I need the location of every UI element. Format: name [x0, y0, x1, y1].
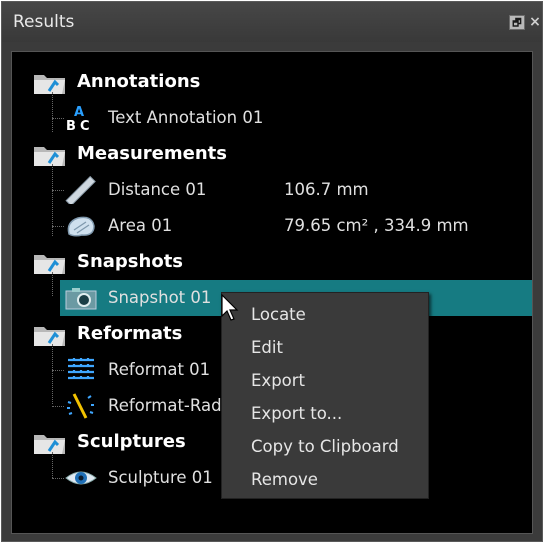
float-panel-button[interactable]: 🗗	[509, 15, 525, 30]
radial-reformat-icon	[67, 393, 94, 419]
svg-text:B: B	[66, 119, 76, 132]
panel-title: Results	[13, 12, 75, 32]
group-label: Annotations	[77, 71, 201, 92]
item-value: 79.65 cm² , 334.9 mm	[284, 216, 469, 235]
item-label: Reformat 01	[108, 360, 211, 379]
svg-text:C: C	[80, 119, 90, 132]
item-label: Text Annotation 01	[108, 108, 264, 127]
menu-item-locate[interactable]: Locate	[222, 298, 428, 331]
item-label: Reformat-Rad	[108, 396, 222, 415]
menu-item-copy-to-clipboard[interactable]: Copy to Clipboard	[222, 430, 428, 463]
text-annotation-icon: A B C	[66, 105, 90, 132]
item-label: Sculpture 01	[108, 468, 213, 487]
menu-item-export-to[interactable]: Export to...	[222, 397, 428, 430]
tree-item-distance[interactable]: Distance 01 106.7 mm	[12, 172, 532, 208]
eye-icon	[65, 471, 97, 485]
reformat-icon	[68, 358, 94, 382]
area-icon	[67, 216, 95, 237]
item-value: 106.7 mm	[284, 180, 369, 199]
group-label: Sculptures	[77, 431, 186, 452]
item-label: Snapshot 01	[108, 288, 212, 307]
folder-icon	[34, 327, 65, 346]
folder-icon	[34, 255, 65, 274]
folder-icon	[34, 435, 65, 454]
group-label: Reformats	[77, 323, 183, 344]
menu-item-remove[interactable]: Remove	[222, 463, 428, 496]
tree-group-snapshots[interactable]: Snapshots	[12, 244, 532, 280]
tree-group-annotations[interactable]: Annotations	[12, 64, 532, 100]
close-panel-button[interactable]: ×	[527, 15, 543, 30]
tree-group-measurements[interactable]: Measurements	[12, 136, 532, 172]
svg-text:A: A	[74, 105, 84, 120]
menu-item-edit[interactable]: Edit	[222, 331, 428, 364]
menu-item-export[interactable]: Export	[222, 364, 428, 397]
ruler-icon	[65, 176, 96, 204]
folder-icon	[34, 75, 65, 94]
folder-icon	[34, 147, 65, 166]
camera-icon	[65, 288, 97, 310]
tree-item-area[interactable]: Area 01 79.65 cm² , 334.9 mm	[12, 208, 532, 244]
context-menu: Locate Edit Export Export to... Copy to …	[221, 292, 429, 499]
tree-item-text-annotation[interactable]: A B C Text Annotation 01	[12, 100, 532, 136]
item-label: Distance 01	[108, 180, 207, 199]
panel-titlebar: Results 🗗 ×	[2, 2, 542, 42]
mouse-pointer-icon	[221, 294, 239, 321]
group-label: Snapshots	[77, 251, 184, 272]
item-label: Area 01	[108, 216, 173, 235]
group-label: Measurements	[77, 143, 227, 164]
